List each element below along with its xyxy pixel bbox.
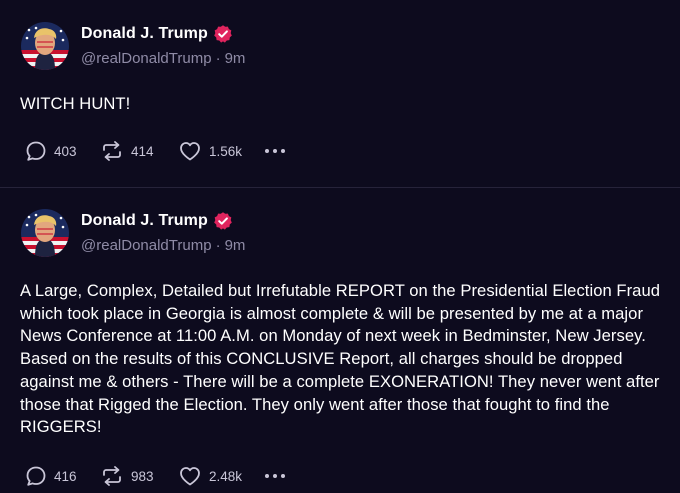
reply-button[interactable]: 403 [25,140,100,162]
display-name[interactable]: Donald J. Trump [81,212,208,230]
repost-count: 414 [131,143,154,159]
reply-button[interactable]: 416 [25,465,100,487]
reply-bubble-icon [26,141,46,161]
timestamp[interactable]: 9m [225,237,246,254]
post-text: WITCH HUNT! [20,94,131,113]
handle-row: @realDonaldTrump · 9m [81,50,245,67]
repost-count: 983 [131,468,154,484]
avatar[interactable] [21,22,69,70]
more-dots-icon [265,474,285,478]
repost-button[interactable]: 983 [100,465,178,487]
post[interactable]: Donald J. Trump @realDonaldTrump · 9m A La… [0,189,680,493]
heart-icon [180,467,200,486]
more-options-button[interactable] [264,147,292,155]
verified-badge-icon [213,24,233,44]
reply-count: 403 [54,143,77,159]
more-dots-icon [265,149,285,153]
like-button[interactable]: 1.56k [178,140,264,162]
post-actions: 403 414 1.56k [25,140,292,162]
post-header: Donald J. Trump @realDonaldTrump · 9m [21,22,245,70]
separator: · [215,50,221,67]
reply-bubble-icon [26,466,46,486]
verified-badge-icon [213,211,233,231]
display-name[interactable]: Donald J. Trump [81,25,208,43]
handle[interactable]: @realDonaldTrump [81,237,212,254]
like-count: 1.56k [209,143,243,159]
post-text: A Large, Complex, Detailed but Irrefutab… [20,281,661,437]
post-header: Donald J. Trump @realDonaldTrump · 9m [21,209,245,257]
repost-arrows-icon [103,466,121,486]
repost-arrows-icon [103,141,121,161]
like-button[interactable]: 2.48k [178,465,264,487]
repost-button[interactable]: 414 [100,140,178,162]
post-actions: 416 983 2.48k [25,465,292,487]
reply-count: 416 [54,468,77,484]
avatar[interactable] [21,209,69,257]
heart-icon [180,142,200,161]
post[interactable]: Donald J. Trump @realDonaldTrump · 9m WITC… [0,0,680,188]
handle-row: @realDonaldTrump · 9m [81,237,245,254]
like-count: 2.48k [209,468,243,484]
separator: · [215,237,221,254]
handle[interactable]: @realDonaldTrump [81,50,212,67]
timestamp[interactable]: 9m [225,50,246,67]
more-options-button[interactable] [264,472,292,480]
